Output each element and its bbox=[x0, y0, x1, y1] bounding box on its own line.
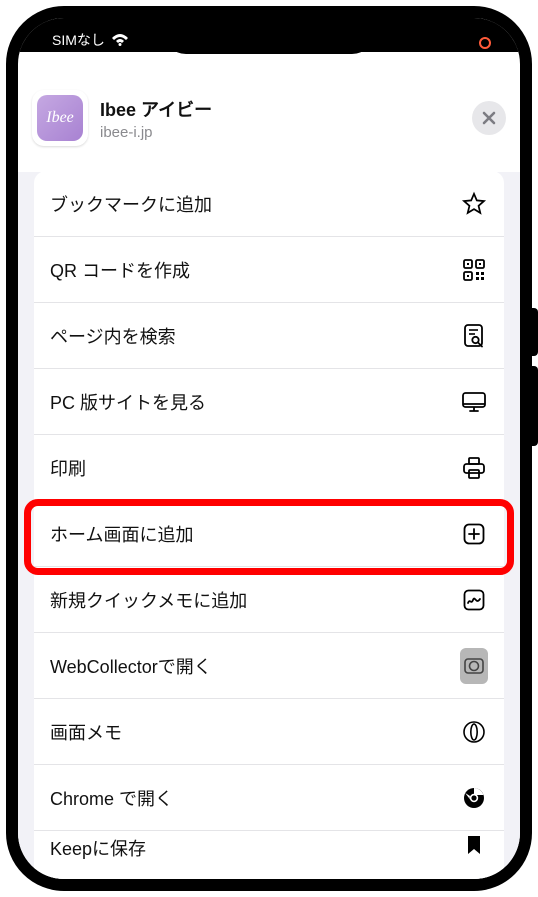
chrome-icon bbox=[460, 786, 488, 810]
share-sheet-menu: ブックマークに追加 QR コードを作成 ページ内を検索 PC 版サイトを見る bbox=[18, 172, 520, 879]
menu-item-label: PC 版サイトを見る bbox=[50, 389, 460, 415]
menu-item-label: Chrome で開く bbox=[50, 785, 460, 811]
wifi-icon bbox=[111, 33, 129, 47]
app-icon: Ibee bbox=[32, 90, 88, 146]
desktop-icon bbox=[460, 390, 488, 414]
keep-icon bbox=[460, 835, 488, 855]
menu-list: ブックマークに追加 QR コードを作成 ページ内を検索 PC 版サイトを見る bbox=[34, 172, 504, 879]
phone-frame: SIMなし Ibee Ibee アイビー ibee-i.jp bbox=[6, 6, 532, 891]
sheet-title: Ibee アイビー bbox=[100, 96, 212, 122]
menu-item-keep[interactable]: Keepに保存 bbox=[34, 831, 504, 861]
menu-item-label: 印刷 bbox=[50, 455, 460, 481]
share-sheet-header: Ibee Ibee アイビー ibee-i.jp bbox=[18, 78, 520, 164]
page-search-icon bbox=[460, 323, 488, 349]
menu-item-label: 新規クイックメモに追加 bbox=[50, 587, 460, 613]
menu-item-chrome[interactable]: Chrome で開く bbox=[34, 765, 504, 831]
menu-item-label: 画面メモ bbox=[50, 719, 460, 745]
quicknote-icon bbox=[460, 588, 488, 612]
menu-item-quicknote[interactable]: 新規クイックメモに追加 bbox=[34, 567, 504, 633]
carrier-text: SIMなし bbox=[52, 30, 105, 50]
phone-notch bbox=[164, 18, 374, 54]
printer-icon bbox=[460, 456, 488, 480]
menu-item-desktop[interactable]: PC 版サイトを見る bbox=[34, 369, 504, 435]
webcollector-icon bbox=[460, 648, 488, 684]
screenmemo-icon bbox=[460, 720, 488, 744]
menu-item-screenmemo[interactable]: 画面メモ bbox=[34, 699, 504, 765]
star-icon bbox=[460, 191, 488, 217]
close-icon bbox=[482, 111, 496, 125]
menu-item-label: ホーム画面に追加 bbox=[50, 521, 460, 547]
add-square-icon bbox=[460, 522, 488, 546]
menu-item-bookmark[interactable]: ブックマークに追加 bbox=[34, 172, 504, 237]
menu-item-add-home[interactable]: ホーム画面に追加 bbox=[34, 501, 504, 567]
menu-item-label: ページ内を検索 bbox=[50, 323, 460, 349]
menu-item-label: WebCollectorで開く bbox=[50, 653, 460, 679]
app-icon-inner: Ibee bbox=[37, 95, 83, 141]
menu-item-webcollector[interactable]: WebCollectorで開く bbox=[34, 633, 504, 699]
menu-item-qr[interactable]: QR コードを作成 bbox=[34, 237, 504, 303]
qr-icon bbox=[460, 258, 488, 282]
recording-indicator-icon bbox=[478, 36, 496, 50]
menu-item-print[interactable]: 印刷 bbox=[34, 435, 504, 501]
sheet-subtitle: ibee-i.jp bbox=[100, 124, 212, 141]
menu-item-find[interactable]: ページ内を検索 bbox=[34, 303, 504, 369]
close-button[interactable] bbox=[472, 101, 506, 135]
menu-item-label: Keepに保存 bbox=[50, 835, 460, 861]
menu-item-label: QR コードを作成 bbox=[50, 257, 460, 283]
menu-item-label: ブックマークに追加 bbox=[50, 191, 460, 217]
